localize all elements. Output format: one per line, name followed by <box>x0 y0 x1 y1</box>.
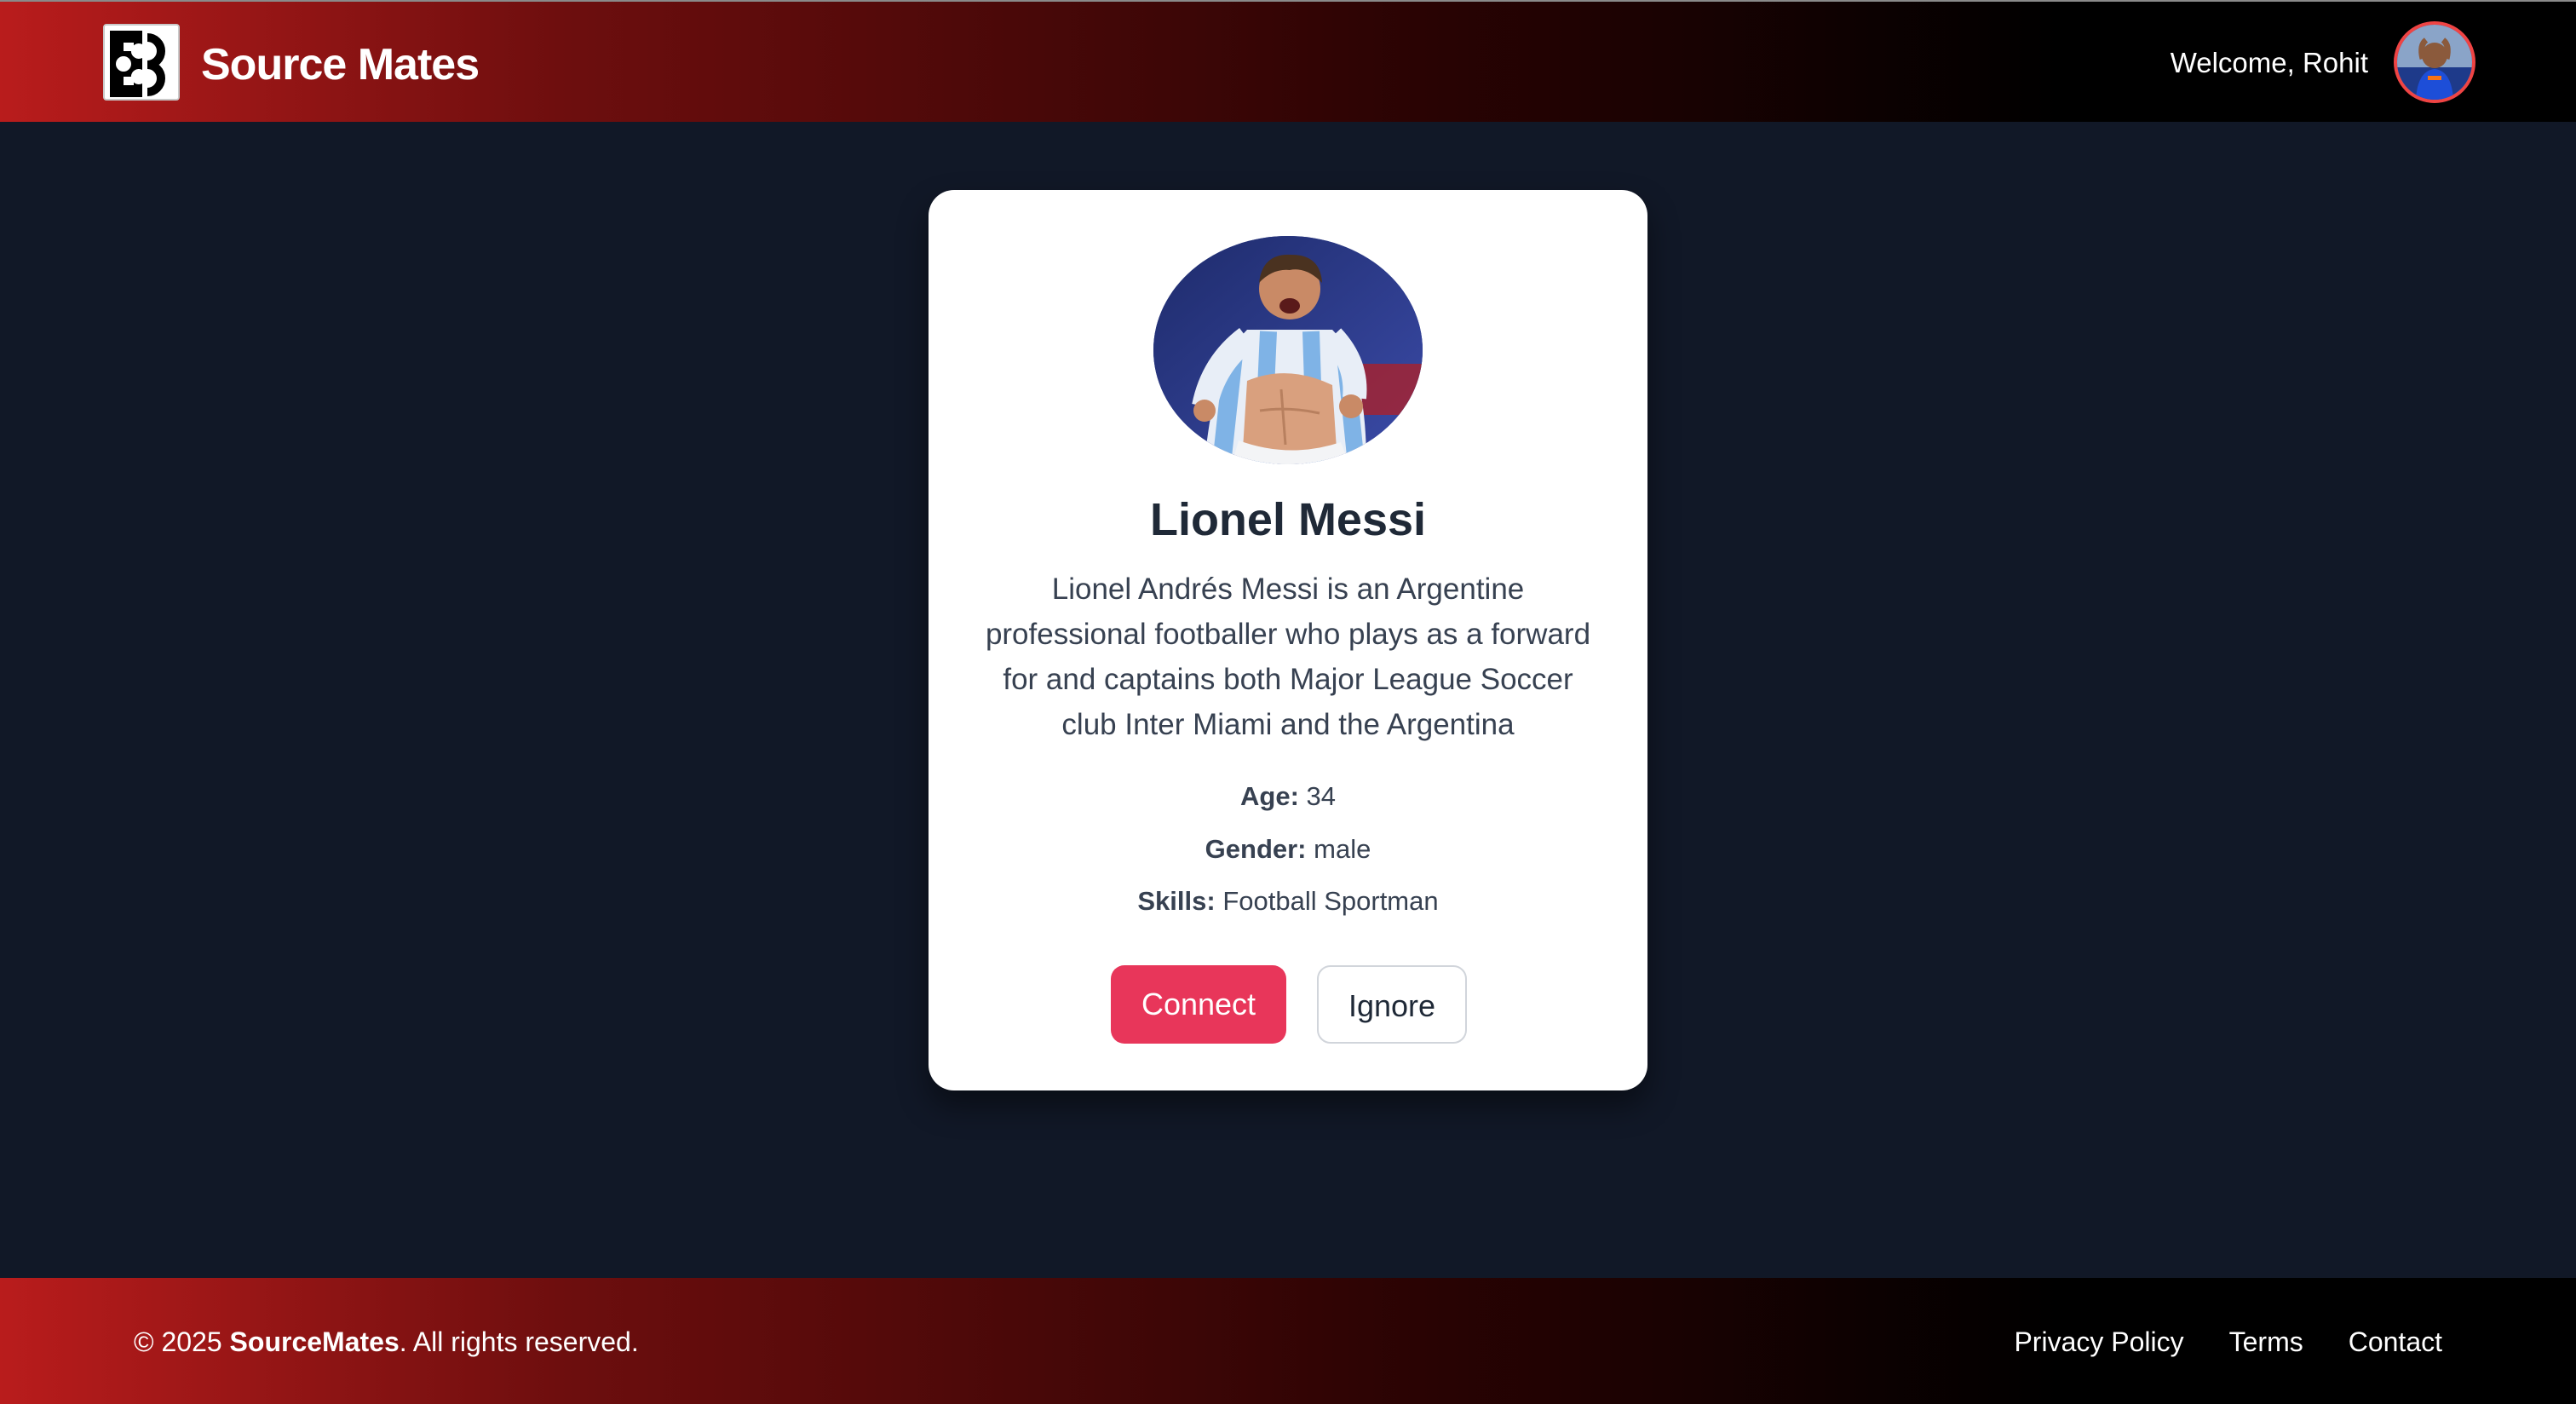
skills-value: Football Sportman <box>1222 886 1439 916</box>
top-navbar: Source Mates Welcome, Rohit <box>0 0 2576 122</box>
copyright-text: © 2025 SourceMates. All rights reserved. <box>134 1322 639 1361</box>
welcome-message: Welcome, Rohit <box>2170 47 2368 78</box>
gender-detail: Gender: male <box>929 831 1647 868</box>
footer-links: Privacy Policy Terms Contact <box>2014 1322 2442 1361</box>
profile-card: Lionel Messi Lionel Andrés Messi is an A… <box>929 190 1647 1090</box>
age-label: Age: <box>1240 781 1299 811</box>
terms-link[interactable]: Terms <box>2229 1322 2303 1361</box>
copyright-suffix: . All rights reserved. <box>399 1326 639 1357</box>
skills-label: Skills: <box>1137 886 1216 916</box>
brand-name[interactable]: Source Mates <box>201 34 480 95</box>
age-detail: Age: 34 <box>929 778 1647 815</box>
ignore-button[interactable]: Ignore <box>1317 965 1467 1044</box>
puzzle-logo-icon[interactable] <box>103 24 180 101</box>
user-avatar[interactable] <box>2394 21 2475 103</box>
footer: © 2025 SourceMates. All rights reserved.… <box>0 1278 2576 1404</box>
profile-name: Lionel Messi <box>1149 494 1427 545</box>
contact-link[interactable]: Contact <box>2349 1322 2442 1361</box>
age-value: 34 <box>1306 781 1336 811</box>
profile-photo <box>1153 236 1423 464</box>
privacy-policy-link[interactable]: Privacy Policy <box>2014 1322 2183 1361</box>
copyright-brand: SourceMates <box>229 1326 400 1357</box>
profile-bio: Lionel Andrés Messi is an Argentine prof… <box>985 573 1591 741</box>
gender-value: male <box>1314 834 1371 864</box>
connect-button[interactable]: Connect <box>1111 965 1286 1044</box>
gender-label: Gender: <box>1205 834 1307 864</box>
skills-detail: Skills: Football Sportman <box>929 883 1647 920</box>
copyright-prefix: © 2025 <box>134 1326 230 1357</box>
